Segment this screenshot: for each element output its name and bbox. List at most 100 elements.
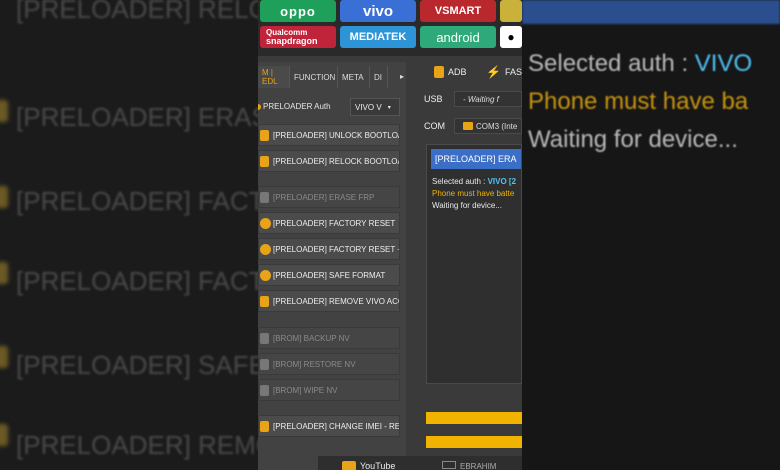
com-port-value: COM3 (Inte [476, 121, 518, 131]
tab-adb-label: ADB [448, 67, 467, 77]
wipe-nv-button[interactable]: [BROM] WIPE NV [258, 379, 400, 401]
lock-icon [260, 156, 269, 167]
log-title: [PRELOADER] ERA [431, 149, 521, 169]
blur-text-line: [PRELOADER] REMOV [16, 430, 258, 460]
gear-icon [260, 270, 271, 281]
relock-bootloader-button[interactable]: [PRELOADER] RELOCK BOOTLOAD [258, 150, 400, 172]
blur-log-line: Selected auth : VIVO [528, 50, 752, 78]
blur-text-line: [PRELOADER] SAFE F [16, 350, 258, 380]
usb-label: USB [424, 94, 443, 104]
preloader-auth-row: PRELOADER Auth VIVO V ▾ [258, 98, 406, 118]
com-label: COM [424, 121, 445, 131]
blur-log-line: Waiting for device... [528, 126, 738, 153]
usb-status-field[interactable]: - Waiting f [454, 91, 522, 107]
progress-bar-1 [426, 412, 522, 424]
right-blurred-background: Selected auth : VIVO Phone must have ba … [522, 0, 780, 470]
button-label: [PRELOADER] SAFE FORMAT [273, 270, 386, 280]
mode-tabs: ADB ⚡ FAS [406, 62, 522, 82]
brand-qualcomm-bottom: snapdragon [266, 36, 318, 46]
blur-log-header [522, 0, 780, 24]
preloader-auth-label: PRELOADER Auth [263, 102, 331, 111]
log-line-auth-prefix: Selected auth : [432, 177, 488, 186]
youtube-link[interactable]: YouTube [360, 461, 395, 470]
factory-reset-button[interactable]: [PRELOADER] FACTORY RESET [258, 212, 400, 234]
brand-vivo-button[interactable]: vivo [340, 0, 416, 22]
lightning-icon: ⚡ [486, 65, 501, 79]
com-port-select[interactable]: COM3 (Inte [454, 118, 522, 134]
backup-nv-button[interactable]: [BROM] BACKUP NV [258, 327, 400, 349]
button-label: [BROM] WIPE NV [273, 385, 338, 395]
button-label: [PRELOADER] ERASE FRP [273, 192, 375, 202]
chevron-down-icon: ▾ [387, 104, 391, 111]
button-label: [PRELOADER] FACTORY RESET [273, 218, 396, 228]
blur-log-warning: Phone must have ba [528, 88, 749, 115]
erase-frp-button[interactable]: [PRELOADER] ERASE FRP [258, 186, 400, 208]
safe-format-button[interactable]: [PRELOADER] SAFE FORMAT [258, 264, 400, 286]
log-line-waiting: Waiting for device... [432, 201, 502, 210]
restore-icon [260, 359, 269, 370]
blur-icon [0, 424, 8, 446]
button-label: [PRELOADER] CHANGE IMEI - REMO [273, 421, 400, 431]
button-label: [BROM] BACKUP NV [273, 333, 350, 343]
wipe-icon [260, 385, 269, 396]
tab-di[interactable]: DI [370, 66, 388, 88]
blur-icon [0, 346, 8, 368]
button-label: [PRELOADER] UNLOCK BOOTLOAD [273, 130, 400, 140]
gear-icon [260, 218, 271, 229]
left-blurred-background: [PRELOADER] RELO [PRELOADER] ERASE [PREL… [0, 0, 258, 470]
brand-oppo-button[interactable]: oppo [260, 0, 336, 22]
log-line-auth: Selected auth : VIVO [2 [432, 177, 516, 186]
brand-extra-button[interactable] [500, 0, 522, 22]
tab-meta[interactable]: META [338, 66, 370, 88]
android-icon [434, 66, 444, 78]
remove-vivo-account-button[interactable]: [PRELOADER] REMOVE VIVO ACCOU [258, 290, 400, 312]
brand-mediatek-button[interactable]: MEDIATEK [340, 26, 416, 48]
blur-text-line: [PRELOADER] ERASE [16, 102, 258, 132]
tab-adb[interactable]: ADB [434, 62, 467, 82]
blur-log-line-value: VIVO [694, 50, 753, 77]
button-label: [PRELOADER] REMOVE VIVO ACCOU [273, 296, 399, 306]
user-icon [442, 461, 456, 469]
blur-log-line-prefix: Selected auth : [528, 50, 695, 77]
diamond-icon [260, 192, 269, 203]
lock-icon [260, 130, 269, 141]
auth-select[interactable]: VIVO V ▾ [350, 98, 400, 116]
connection-panel: ADB ⚡ FAS USB - Waiting f COM COM3 (Inte … [406, 56, 522, 470]
log-line-auth-value: VIVO [2 [487, 177, 517, 186]
auth-select-value: VIVO V [355, 102, 382, 112]
backup-icon [260, 333, 269, 344]
unlock-bootloader-button[interactable]: [PRELOADER] UNLOCK BOOTLOAD [258, 124, 400, 146]
tools-icon [260, 421, 269, 432]
youtube-icon[interactable] [342, 461, 356, 470]
apple-icon: ● [507, 30, 515, 44]
blur-icon [0, 262, 8, 284]
tab-function[interactable]: FUNCTION [290, 66, 338, 88]
blur-icon [0, 100, 8, 122]
change-imei-button[interactable]: [PRELOADER] CHANGE IMEI - REMO [258, 415, 400, 437]
blur-text-line: [PRELOADER] RELO [16, 0, 258, 24]
button-label: [PRELOADER] FACTORY RESET + F [273, 244, 400, 254]
function-panel: M | EDL FUNCTION META DI ▸ PRELOADER Aut… [258, 62, 406, 470]
blur-text-line: [PRELOADER] FACTORY [16, 186, 258, 216]
blur-icon [0, 186, 8, 208]
brand-bar: oppo vivo VSMART Qualcomm snapdragon MED… [258, 0, 522, 56]
brand-apple-button[interactable]: ● [500, 26, 522, 48]
auth-radio-icon[interactable] [258, 104, 261, 110]
tab-fastboot-label: FAS [504, 67, 522, 77]
brand-vsmart-button[interactable]: VSMART [420, 0, 496, 22]
app-window: oppo vivo VSMART Qualcomm snapdragon MED… [258, 0, 522, 470]
footer-user-name: EBRAHIM [460, 462, 497, 470]
function-tabs: M | EDL FUNCTION META DI ▸ [258, 66, 406, 88]
log-panel: [PRELOADER] ERA Selected auth : VIVO [2 … [426, 144, 522, 384]
user-remove-icon [260, 296, 269, 307]
tab-fastboot[interactable]: ⚡ FAS [486, 62, 522, 82]
restore-nv-button[interactable]: [BROM] RESTORE NV [258, 353, 400, 375]
brand-qualcomm-button[interactable]: Qualcomm snapdragon [260, 26, 336, 48]
tab-m-edl[interactable]: M | EDL [258, 66, 290, 88]
tab-scroll-right-icon[interactable]: ▸ [400, 72, 404, 81]
port-icon [463, 122, 473, 130]
factory-reset-plus-button[interactable]: [PRELOADER] FACTORY RESET + F [258, 238, 400, 260]
brand-android-button[interactable]: android [420, 26, 496, 48]
gear-icon [260, 244, 271, 255]
button-label: [PRELOADER] RELOCK BOOTLOAD [273, 156, 400, 166]
